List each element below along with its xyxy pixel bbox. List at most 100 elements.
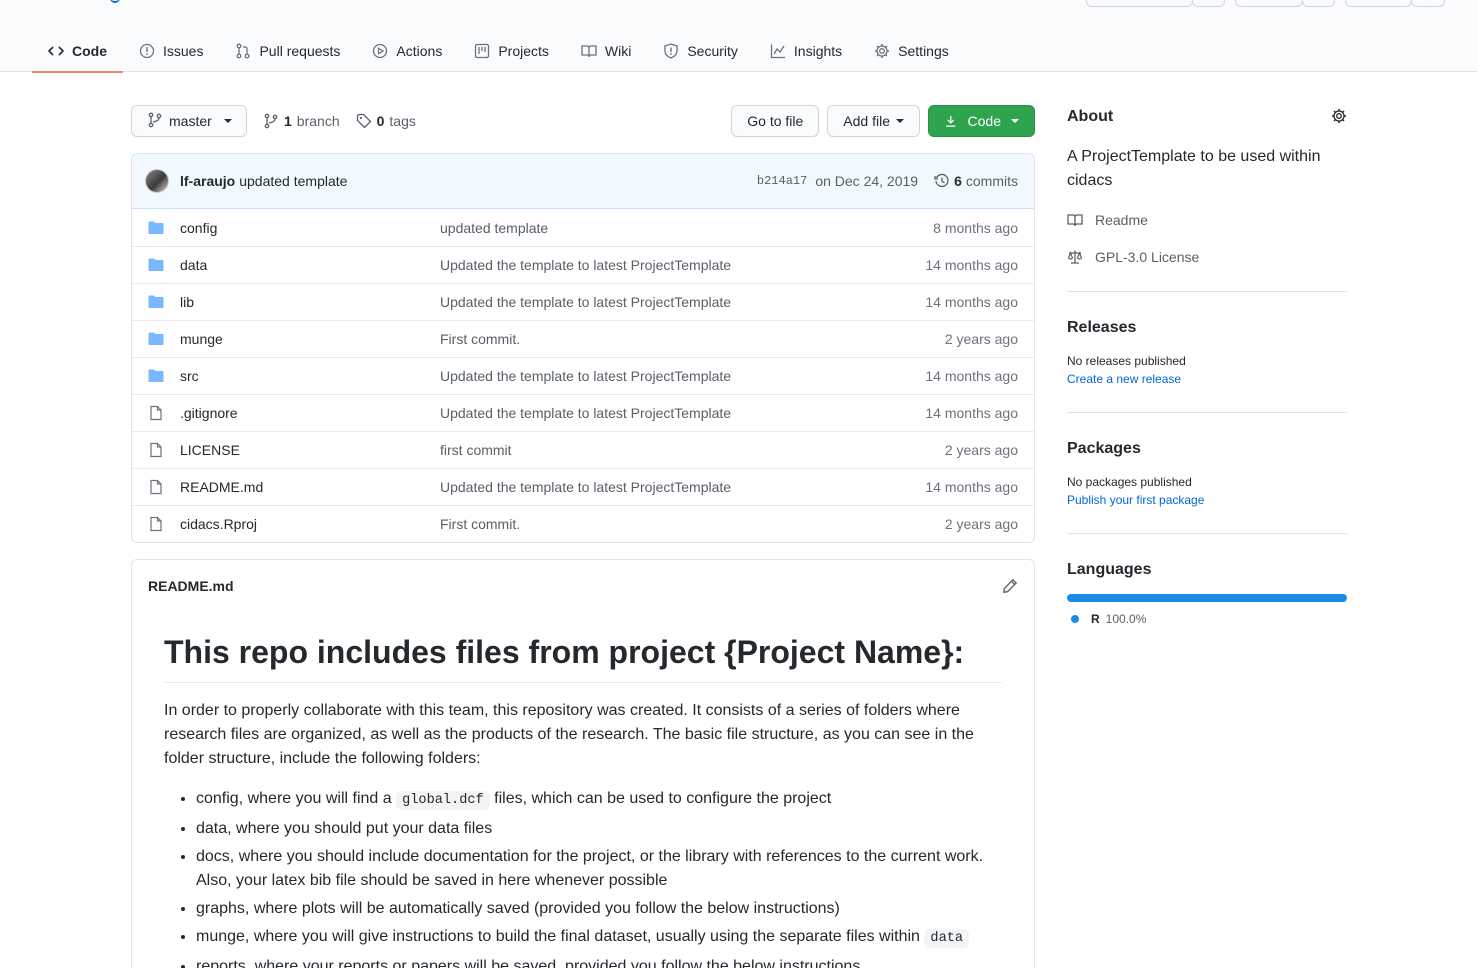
tab-wiki[interactable]: Wiki bbox=[565, 30, 647, 72]
license-link[interactable]: GPL-3.0 License bbox=[1067, 246, 1347, 267]
file-name[interactable]: src bbox=[180, 368, 440, 384]
caret-down-icon bbox=[896, 119, 904, 123]
file-age: 14 months ago bbox=[925, 405, 1018, 421]
download-icon bbox=[946, 115, 956, 127]
tab-projects[interactable]: Projects bbox=[458, 30, 565, 72]
tab-label: Pull requests bbox=[259, 43, 341, 59]
list-text: files, which can be used to configure th… bbox=[494, 790, 832, 807]
tab-security[interactable]: Security bbox=[647, 30, 754, 72]
watch-count[interactable] bbox=[1192, 0, 1225, 7]
tab-label: Issues bbox=[163, 43, 204, 59]
tag-label: tags bbox=[389, 113, 416, 129]
file-row[interactable]: data Updated the template to latest Proje… bbox=[132, 246, 1034, 283]
create-release-link[interactable]: Create a new release bbox=[1067, 370, 1347, 388]
releases-empty-text: No releases published bbox=[1067, 354, 1186, 368]
repo-header: Code Issues Pull requests Actions Projec… bbox=[0, 0, 1477, 73]
tab-insights[interactable]: Insights bbox=[754, 30, 858, 72]
fork-count[interactable] bbox=[1411, 0, 1445, 7]
add-file-button[interactable]: Add file bbox=[827, 105, 920, 137]
language-item[interactable]: R 100.0% bbox=[1067, 612, 1347, 626]
commit-message[interactable]: updated template bbox=[239, 173, 347, 189]
file-icon bbox=[148, 405, 164, 421]
file-name[interactable]: .gitignore bbox=[180, 405, 440, 421]
file-commit-message[interactable]: updated template bbox=[440, 220, 933, 236]
packages-section: Packages No packages published Publish y… bbox=[1067, 437, 1347, 534]
gear-icon[interactable] bbox=[1331, 108, 1347, 127]
pull-request-icon bbox=[235, 43, 251, 59]
list-text: munge, where you will give instructions … bbox=[196, 928, 920, 945]
file-row[interactable]: LICENSE first commit 2 years ago bbox=[132, 431, 1034, 468]
file-row[interactable]: lib Updated the template to latest Projec… bbox=[132, 283, 1034, 320]
file-name[interactable]: lib bbox=[180, 294, 440, 310]
file-row[interactable]: cidacs.Rproj First commit. 2 years ago bbox=[132, 505, 1034, 542]
folder-icon bbox=[148, 294, 164, 310]
branch-select-button[interactable]: master bbox=[131, 105, 247, 137]
releases-title[interactable]: Releases bbox=[1067, 319, 1136, 337]
readme-header: README.md bbox=[132, 560, 1034, 612]
star-button[interactable] bbox=[1235, 0, 1303, 7]
file-list: lf-araujo updated template b214a17 on De… bbox=[131, 153, 1035, 543]
file-name[interactable]: munge bbox=[180, 331, 440, 347]
caret-down-icon bbox=[1011, 119, 1019, 123]
repo-sidebar: About A ProjectTemplate to be used withi… bbox=[1067, 105, 1347, 626]
go-to-file-button[interactable]: Go to file bbox=[731, 105, 820, 137]
license-link-label: GPL-3.0 License bbox=[1095, 248, 1200, 265]
list-item: graphs, where plots will be automaticall… bbox=[196, 897, 1002, 921]
file-name[interactable]: LICENSE bbox=[180, 442, 440, 458]
file-age: 14 months ago bbox=[925, 479, 1018, 495]
pencil-icon[interactable] bbox=[1002, 578, 1018, 594]
star-count[interactable] bbox=[1302, 0, 1335, 7]
watch-button[interactable] bbox=[1086, 0, 1193, 7]
file-commit-message[interactable]: Updated the template to latest ProjectTe… bbox=[440, 257, 925, 273]
file-commit-message[interactable]: Updated the template to latest ProjectTe… bbox=[440, 479, 925, 495]
branches-link[interactable]: 1 branch bbox=[263, 113, 340, 129]
file-commit-message[interactable]: first commit bbox=[440, 442, 945, 458]
tab-label: Wiki bbox=[604, 43, 632, 59]
tag-count: 0 bbox=[376, 113, 385, 129]
code-button-label: Code bbox=[967, 113, 1001, 129]
tab-settings[interactable]: Settings bbox=[858, 30, 965, 72]
file-name[interactable]: cidacs.Rproj bbox=[180, 516, 440, 532]
file-row[interactable]: munge First commit. 2 years ago bbox=[132, 320, 1034, 357]
commits-history-link[interactable]: 6 commits bbox=[934, 173, 1018, 189]
file-commit-message[interactable]: First commit. bbox=[440, 331, 945, 347]
about-header: About bbox=[1067, 105, 1347, 129]
branch-count: 1 bbox=[284, 113, 292, 129]
tab-code[interactable]: Code bbox=[32, 30, 123, 73]
publish-package-link[interactable]: Publish your first package bbox=[1067, 491, 1347, 509]
file-commit-message[interactable]: Updated the template to latest ProjectTe… bbox=[440, 294, 925, 310]
file-row[interactable]: src Updated the template to latest Projec… bbox=[132, 357, 1034, 394]
file-name[interactable]: data bbox=[180, 257, 440, 273]
file-age: 8 months ago bbox=[933, 219, 1018, 236]
law-icon bbox=[1067, 250, 1083, 264]
file-row[interactable]: README.md Updated the template to latest … bbox=[132, 468, 1034, 505]
branch-label: branch bbox=[296, 113, 340, 129]
list-item: docs, where you should include documenta… bbox=[196, 845, 1002, 893]
languages-section: Languages R 100.0% bbox=[1067, 558, 1347, 626]
commit-author[interactable]: lf-araujo bbox=[180, 173, 235, 189]
tags-link[interactable]: 0 tags bbox=[356, 113, 416, 129]
tab-actions[interactable]: Actions bbox=[356, 30, 458, 72]
gear-icon bbox=[874, 43, 890, 59]
packages-header: Packages bbox=[1067, 437, 1347, 461]
tab-pull-requests[interactable]: Pull requests bbox=[219, 30, 356, 72]
file-name[interactable]: README.md bbox=[180, 479, 440, 495]
file-row[interactable]: .gitignore Updated the template to latest… bbox=[132, 394, 1034, 431]
file-name[interactable]: config bbox=[180, 220, 440, 236]
list-item: config, where you will find a global.dcf… bbox=[196, 787, 1002, 813]
packages-title[interactable]: Packages bbox=[1067, 440, 1141, 458]
file-commit-message[interactable]: First commit. bbox=[440, 516, 945, 532]
tab-issues[interactable]: Issues bbox=[123, 30, 219, 72]
readme-link[interactable]: Readme bbox=[1067, 209, 1347, 230]
avatar[interactable] bbox=[145, 169, 169, 193]
repo-name-fragment bbox=[110, 0, 120, 3]
file-age: 2 years ago bbox=[944, 442, 1018, 458]
file-row[interactable]: config updated template 8 months ago bbox=[132, 209, 1034, 246]
file-commit-message[interactable]: Updated the template to latest ProjectTe… bbox=[440, 368, 925, 384]
tab-label: Insights bbox=[793, 43, 843, 59]
fork-button[interactable] bbox=[1345, 0, 1412, 7]
file-commit-message[interactable]: Updated the template to latest ProjectTe… bbox=[440, 405, 925, 421]
graph-icon bbox=[770, 43, 786, 59]
commit-sha[interactable]: b214a17 bbox=[757, 174, 807, 188]
code-download-button[interactable]: Code bbox=[928, 105, 1035, 137]
